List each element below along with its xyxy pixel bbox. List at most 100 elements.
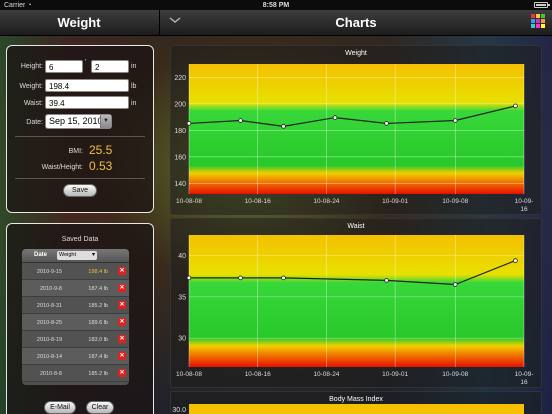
dropdown-arrow-icon: ▼ [100,115,111,128]
plot-background [189,64,524,194]
color-grid-icon[interactable] [531,14,545,28]
data-point [238,275,243,281]
data-point [452,118,458,123]
date-picker[interactable]: Sep 15, 2010 ▼ [45,114,112,129]
clock: 8:58 PM [262,1,290,9]
table-row[interactable]: 2010-8-25 189.6 lb ✕ [22,314,129,331]
y-tick-label: 30 [178,336,186,343]
row-date: 2010-9-15 [36,269,62,275]
data-point [238,118,243,123]
data-point [281,275,286,281]
bmi-value: 25.5 [89,143,113,157]
weight-input[interactable]: 198.4 [45,79,129,92]
plot-background [189,404,524,414]
row-date: 2010-8-31 [36,303,62,309]
clear-button[interactable]: Clear [86,401,114,414]
table-row[interactable]: 2010-8-19 183.0 lb ✕ [22,331,129,348]
saved-data-table: Date Weight 2010-9-15 198.4 lb ✕ 2010-9-8 18… [22,249,129,385]
bmi-label: BMI: [68,148,83,155]
row-value: 187.4 lb [88,286,108,292]
x-tick-label: 10-09-08 [442,371,468,378]
waist-label: Waist: [23,100,43,107]
bmi-chart: Body Mass Index 30.0 [170,391,542,414]
battery-indicator [534,2,550,8]
y-tick-label: 220 [174,75,186,82]
delete-icon[interactable]: ✕ [118,301,126,309]
x-tick-label: 10-08-08 [176,371,202,378]
separator [15,178,145,179]
feet-unit: ' [85,59,87,66]
waist-input[interactable]: 39.4 [45,96,129,109]
delete-icon[interactable]: ✕ [118,267,126,275]
table-header: Date Weight [22,249,129,263]
x-tick-label: 10-09-08 [442,198,468,205]
x-tick-label: 10-08-16 [245,198,271,205]
table-row[interactable]: 2010-9-8 187.4 lb ✕ [22,280,129,297]
x-tick-label: 10-08-08 [176,198,202,205]
row-date: 2010-8-25 [36,320,62,326]
x-tick-label: 16 [520,206,528,213]
navigation-bar: Weight Charts [0,10,552,36]
y-tick-label: 200 [174,101,186,108]
battery-icon [534,2,550,8]
row-value: 183.0 lb [88,337,108,343]
metric-select[interactable]: Weight [57,251,97,260]
date-label: Date: [26,119,43,126]
row-value: 198.4 lb [88,269,108,275]
x-tick-label: 16 [520,379,528,386]
separator [15,136,145,137]
delete-icon[interactable]: ✕ [118,369,126,377]
table-row[interactable]: 2010-9-15 198.4 lb ✕ [22,263,129,280]
y-tick-label: 140 [174,181,186,188]
table-row[interactable]: 2010-8-31 185.2 lb ✕ [22,297,129,314]
row-date: 2010-8-19 [36,337,62,343]
row-value: 185.2 lb [88,371,108,377]
y-tick-label: 30.0 [172,407,186,414]
delete-icon[interactable]: ✕ [118,284,126,292]
waist-chart-svg: 30 35 40 10-08-08 10-08-16 10-08-24 10-09-01 10… [176,235,534,386]
weight-unit: lb [131,83,137,90]
row-date: 2010-8-14 [36,354,62,360]
saved-data-title: Saved Data [61,236,99,243]
y-tick-label: 35 [178,294,186,301]
height-inches-input[interactable]: 2 [91,60,129,73]
data-point [281,124,286,129]
inches-unit: in [131,63,137,70]
data-point [186,121,192,126]
data-point [452,282,458,287]
waist-height-label: Waist/Height: [41,164,83,171]
data-point [384,278,389,283]
delete-icon[interactable]: ✕ [118,352,126,360]
plot-background [189,235,524,367]
delete-icon[interactable]: ✕ [118,335,126,343]
data-point [384,121,389,126]
row-value: 187.4 lb [88,354,108,360]
row-value: 185.2 lb [88,303,108,309]
height-feet-input[interactable]: 6 [45,60,83,73]
table-row[interactable]: 2010-8-14 187.4 lb ✕ [22,348,129,365]
bmi-chart-svg: 30.0 [172,404,524,414]
x-tick-label: 10-08-16 [245,371,271,378]
waist-unit: in [131,100,137,107]
x-tick-label: 10-08-24 [313,198,339,205]
table-row[interactable]: 2010-8-8 185.2 lb ✕ [22,365,129,382]
row-date: 2010-8-8 [39,371,62,377]
date-value: Sep 15, 2010 [49,116,103,126]
weight-chart-svg: 140 160 180 200 220 10-08-08 10-08-16 10-08-24 1… [174,64,533,213]
data-point [332,115,338,120]
email-button[interactable]: E-Mail [44,401,76,414]
weight-chart: Weight 140 160 180 200 220 10-08-08 10-08-16 10… [170,45,542,215]
date-column-header[interactable]: Date [34,252,47,258]
delete-icon[interactable]: ✕ [118,318,126,326]
data-point [513,258,518,263]
charts-title: Charts [335,15,377,30]
weight-label: Weight: [19,83,43,90]
save-button[interactable]: Save [63,184,97,197]
data-point [186,275,192,281]
height-label: Height: [20,63,43,70]
data-point [513,103,518,109]
y-tick-label: 40 [178,253,186,260]
x-tick-label: 10-09- [515,371,534,378]
x-tick-label: 10-08-24 [313,371,339,378]
status-bar: Carrier ◔ 8:58 PM [0,0,552,10]
